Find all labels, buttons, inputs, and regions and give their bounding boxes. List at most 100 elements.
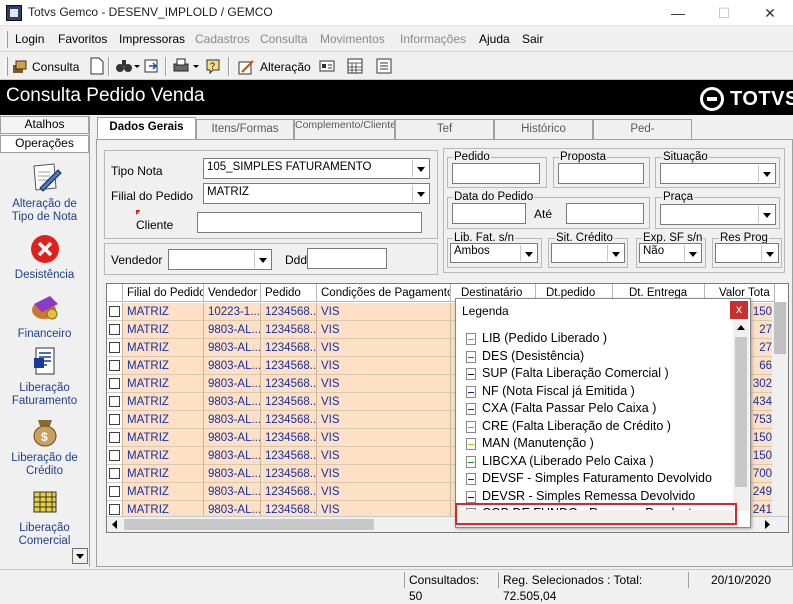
tab-historico[interactable]: Histórico	[494, 119, 593, 139]
tab-operacoes[interactable]: Operações	[0, 135, 89, 153]
op-liberacao-credito[interactable]: $ Liberação de Crédito	[0, 416, 89, 478]
row-check-cell[interactable]	[107, 465, 123, 483]
menu-movimentos[interactable]: Movimentos	[320, 32, 385, 46]
row-checkbox[interactable]	[109, 504, 120, 515]
row-check-cell[interactable]	[107, 393, 123, 411]
chevron-right-icon[interactable]	[759, 517, 775, 532]
legend-close-button[interactable]: x	[730, 301, 748, 319]
row-checkbox[interactable]	[109, 324, 120, 335]
situacao-select[interactable]	[660, 163, 776, 184]
pedido-input[interactable]	[452, 163, 540, 184]
op-alteracao-tipo-nota[interactable]: Alteração de Tipo de Nota	[0, 162, 89, 224]
tab-tef[interactable]: Tef	[395, 119, 494, 139]
op-desistencia[interactable]: Desistência	[0, 233, 89, 282]
row-checkbox[interactable]	[109, 450, 120, 461]
menu-informacoes[interactable]: Informações	[400, 32, 466, 46]
proposta-input[interactable]	[558, 163, 644, 184]
scroll-down-button[interactable]	[72, 548, 88, 564]
row-check-cell[interactable]	[107, 483, 123, 501]
row-check-cell[interactable]	[107, 375, 123, 393]
chevron-down-icon[interactable]	[520, 245, 536, 261]
grid-header-pedido[interactable]: Pedido	[261, 284, 317, 302]
grid-header-vendedor[interactable]: Vendedor	[204, 284, 261, 302]
chevron-down-icon[interactable]	[761, 245, 777, 261]
praca-select[interactable]	[660, 204, 776, 225]
grid-header-filial[interactable]: Filial do Pedido	[123, 284, 204, 302]
menu-impressoras[interactable]: Impressoras	[119, 32, 185, 46]
chevron-down-icon[interactable]	[684, 245, 700, 261]
menu-ajuda[interactable]: Ajuda	[479, 32, 510, 46]
legend-vertical-scrollbar[interactable]	[733, 321, 749, 511]
calendar-icon[interactable]	[346, 57, 364, 75]
menu-cadastros[interactable]: Cadastros	[195, 32, 250, 46]
row-checkbox[interactable]	[109, 432, 120, 443]
row-check-cell[interactable]	[107, 447, 123, 465]
ddd-input[interactable]	[307, 248, 387, 269]
new-document-icon[interactable]	[88, 57, 106, 75]
exp-sf-select[interactable]: Não	[639, 243, 702, 263]
data-fim-input[interactable]	[566, 203, 644, 224]
lib-fat-select[interactable]: Ambos	[450, 243, 538, 263]
alteracao-button[interactable]: Alteração	[238, 57, 311, 77]
vendedor-select[interactable]	[168, 249, 272, 270]
menu-login[interactable]: Login	[15, 32, 44, 46]
maximize-button[interactable]: ☐	[701, 0, 747, 26]
cliente-label: Cliente	[136, 218, 174, 232]
row-checkbox[interactable]	[109, 360, 120, 371]
op-financeiro[interactable]: Financeiro	[0, 292, 89, 341]
row-checkbox[interactable]	[109, 396, 120, 407]
menu-sair[interactable]: Sair	[522, 32, 543, 46]
row-checkbox[interactable]	[109, 486, 120, 497]
row-check-cell[interactable]	[107, 339, 123, 357]
export-icon[interactable]	[143, 57, 161, 75]
menu-favoritos[interactable]: Favoritos	[58, 32, 107, 46]
row-check-cell[interactable]	[107, 303, 123, 321]
close-button[interactable]: ✕	[747, 0, 793, 26]
printer-icon[interactable]	[172, 57, 200, 75]
row-check-cell[interactable]	[107, 321, 123, 339]
row-check-cell[interactable]	[107, 357, 123, 375]
row-checkbox[interactable]	[109, 468, 120, 479]
tab-atalhos[interactable]: Atalhos	[0, 116, 89, 134]
grid-header-condicoes[interactable]: Condições de Pagamento	[317, 284, 451, 302]
chevron-down-icon[interactable]	[254, 251, 270, 268]
minimize-button[interactable]: —	[655, 0, 701, 26]
chevron-down-icon[interactable]	[607, 245, 623, 261]
row-check-cell[interactable]	[107, 429, 123, 447]
chevron-left-icon[interactable]	[107, 517, 123, 532]
grid-scroll-thumb[interactable]	[774, 302, 786, 354]
consulta-button[interactable]: Consulta	[12, 57, 79, 77]
chevron-down-icon[interactable]	[412, 160, 428, 177]
op-label: Liberação Faturamento	[11, 382, 78, 407]
row-checkbox[interactable]	[109, 342, 120, 353]
chevron-up-icon[interactable]	[733, 321, 749, 335]
grid-hscroll-thumb[interactable]	[124, 519, 374, 530]
list-icon[interactable]	[375, 57, 393, 75]
table-cell: MATRIZ	[123, 357, 204, 375]
binoculars-icon[interactable]	[115, 57, 141, 75]
row-checkbox[interactable]	[109, 414, 120, 425]
legend-scroll-thumb[interactable]	[735, 337, 747, 487]
data-inicio-input[interactable]	[452, 203, 526, 224]
chevron-down-icon[interactable]	[412, 185, 428, 202]
row-checkbox[interactable]	[109, 378, 120, 389]
cliente-input[interactable]	[197, 212, 422, 233]
tab-complemento-cliente[interactable]: Complemento/Cliente	[294, 119, 395, 139]
card-icon[interactable]	[318, 57, 336, 75]
help-icon[interactable]: ?	[204, 57, 222, 75]
res-prog-select[interactable]	[715, 243, 779, 263]
sit-credito-select[interactable]	[551, 243, 625, 263]
filial-select[interactable]: MATRIZ	[203, 183, 430, 204]
grid-vertical-scrollbar[interactable]	[772, 302, 788, 518]
row-check-cell[interactable]	[107, 411, 123, 429]
tab-itens-formas-pgto[interactable]: Itens/Formas Pgto.	[196, 119, 294, 139]
op-liberacao-comercial[interactable]: Liberação Comercial	[0, 486, 89, 548]
chevron-down-icon[interactable]	[758, 206, 774, 223]
chevron-down-icon[interactable]	[758, 165, 774, 182]
op-liberacao-faturamento[interactable]: Liberação Faturamento	[0, 346, 89, 408]
tab-dados-gerais[interactable]: Dados Gerais	[97, 117, 196, 140]
menu-consulta[interactable]: Consulta	[260, 32, 307, 46]
row-checkbox[interactable]	[109, 306, 120, 317]
tipo-nota-select[interactable]: 105_SIMPLES FATURAMENTO	[203, 158, 430, 179]
tab-ped-transf-compra[interactable]: Ped-Transf/Compra	[593, 119, 692, 139]
